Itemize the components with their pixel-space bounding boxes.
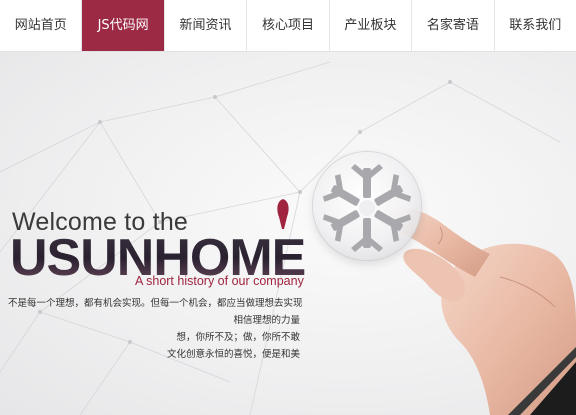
nav-item-contact[interactable]: 联系我们 (495, 0, 576, 51)
company-tagline: A short history of our company (135, 274, 304, 288)
nav-item-news[interactable]: 新闻资讯 (165, 0, 248, 51)
description-line: 想，你所不及；做，你所不敢 (176, 332, 300, 343)
description-line: 文化创意永恒的喜悦，便是和美 (166, 349, 300, 360)
nav-item-projects[interactable]: 核心项目 (247, 0, 330, 51)
nav-item-messages[interactable]: 名家寄语 (412, 0, 495, 51)
nav-item-home[interactable]: 网站首页 (0, 0, 83, 51)
hero-banner: Welcome to the USUNHOME A short history … (0, 52, 576, 415)
snowflake-logo-icon (321, 164, 413, 252)
description-line: 不是每一个理想，都有机会实现。但每一个机会，都应当做理想去实现 (8, 298, 303, 309)
hero-description: 不是每一个理想，都有机会实现。但每一个机会，都应当做理想去实现 相信理想的力量 … (8, 295, 303, 363)
description-line: 相信理想的力量 (233, 315, 300, 326)
main-nav: 网站首页 JS代码网 新闻资讯 核心项目 产业板块 名家寄语 联系我们 (0, 0, 576, 52)
nav-item-jsdaima[interactable]: JS代码网 (82, 0, 165, 51)
nav-item-industry[interactable]: 产业板块 (330, 0, 413, 51)
drop-mark-icon (277, 199, 289, 229)
